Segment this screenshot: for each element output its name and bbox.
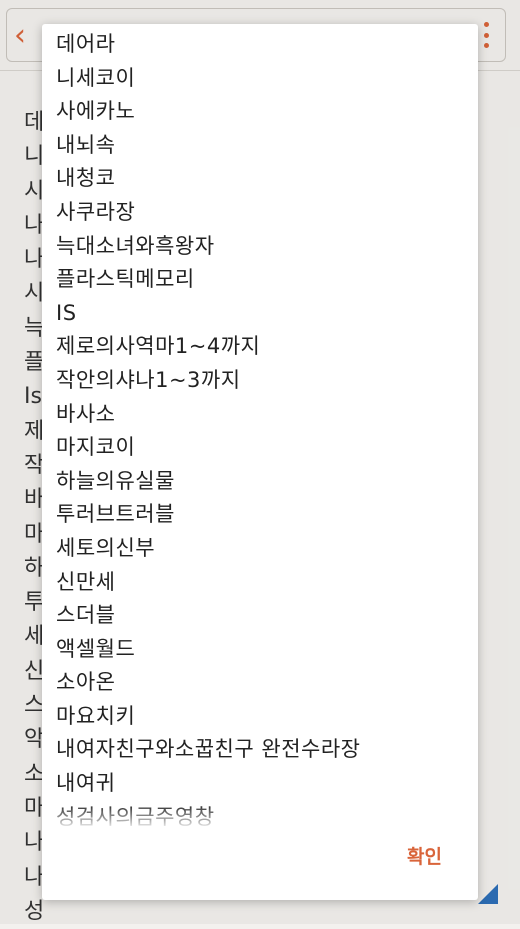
- list-item: 제로의사역마1~4까지: [56, 334, 261, 359]
- list-item: 하늘의유실물: [56, 468, 175, 493]
- list-item: 내여자친구와소꿉친구 완전수라장: [56, 737, 361, 762]
- list-item: 스더블: [56, 603, 116, 628]
- list-item: 소아온: [56, 670, 116, 695]
- list-item: 신만세: [56, 569, 116, 594]
- dialog-list[interactable]: 데어라니세코이사에카노내뇌속내청코사쿠라장늑대소녀와흑왕자플라스틱메모리 IS 제로…: [56, 28, 466, 828]
- list-item: 바사소: [56, 401, 116, 426]
- list-item: IS: [56, 300, 77, 325]
- list-item: 사쿠라장: [56, 199, 136, 224]
- list-item: 마요치키: [56, 703, 136, 728]
- scroll-fade: [42, 804, 478, 830]
- list-item: 작안의샤나1~3까지: [56, 367, 241, 392]
- list-item: 내청코: [56, 166, 116, 191]
- confirm-button[interactable]: 확인: [403, 836, 446, 875]
- list-item: 세토의신부: [56, 535, 156, 560]
- list-item: 내뇌속: [56, 132, 116, 157]
- list-item: 니세코이: [56, 65, 136, 90]
- list-item: 사에카노: [56, 99, 136, 124]
- list-item: 액셀월드: [56, 636, 136, 661]
- list-item: 늑대소녀와흑왕자: [56, 233, 215, 258]
- list-dialog: 데어라니세코이사에카노내뇌속내청코사쿠라장늑대소녀와흑왕자플라스틱메모리 IS 제로…: [42, 24, 478, 900]
- list-item: 플라스틱메모리: [56, 267, 195, 292]
- list-item: 투러브트러블: [56, 502, 175, 527]
- list-item: 데어라: [56, 32, 116, 56]
- list-item: 마지코이: [56, 435, 136, 460]
- list-item: 내여귀: [56, 771, 116, 796]
